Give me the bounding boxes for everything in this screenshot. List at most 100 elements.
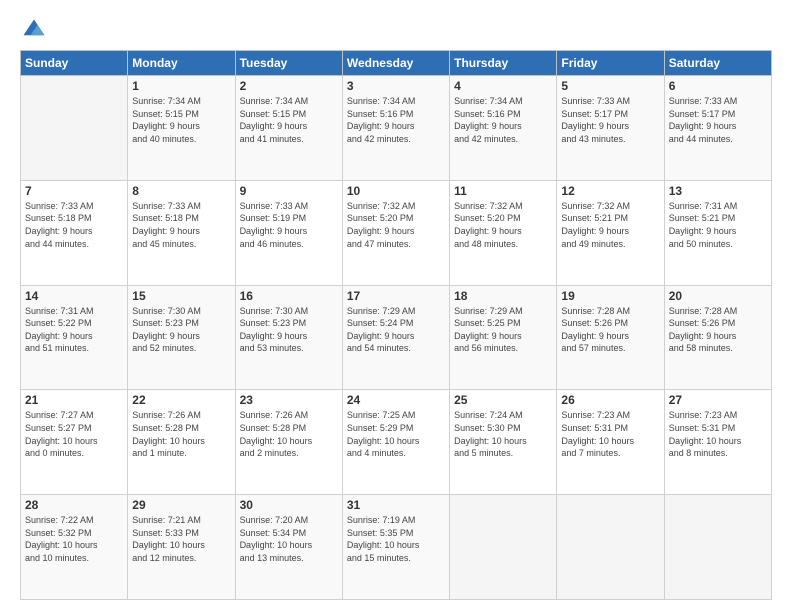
week-row-5: 28Sunrise: 7:22 AMSunset: 5:32 PMDayligh…	[21, 495, 772, 600]
day-cell: 12 Sunrise: 7:32 AMSunset: 5:21 PMDayligh…	[557, 180, 664, 285]
logo-icon	[20, 16, 48, 44]
day-info: Sunrise: 7:27 AMSunset: 5:27 PMDaylight:…	[25, 409, 123, 459]
day-number: 24	[347, 393, 445, 407]
day-number: 30	[240, 498, 338, 512]
day-info: Sunrise: 7:33 AMSunset: 5:18 PMDaylight:…	[132, 200, 230, 250]
day-cell: 23 Sunrise: 7:26 AMSunset: 5:28 PMDayligh…	[235, 390, 342, 495]
day-number: 19	[561, 289, 659, 303]
day-info: Sunrise: 7:24 AMSunset: 5:30 PMDaylight:…	[454, 409, 552, 459]
day-number: 20	[669, 289, 767, 303]
day-number: 23	[240, 393, 338, 407]
day-cell: 16Sunrise: 7:30 AMSunset: 5:23 PMDayligh…	[235, 285, 342, 390]
day-info: Sunrise: 7:32 AMSunset: 5:20 PMDaylight:…	[454, 200, 552, 250]
day-cell: 19 Sunrise: 7:28 AMSunset: 5:26 PMDayligh…	[557, 285, 664, 390]
day-number: 15	[132, 289, 230, 303]
day-cell: 18 Sunrise: 7:29 AMSunset: 5:25 PMDayligh…	[450, 285, 557, 390]
day-cell: 29Sunrise: 7:21 AMSunset: 5:33 PMDayligh…	[128, 495, 235, 600]
day-number: 4	[454, 79, 552, 93]
day-cell: 17 Sunrise: 7:29 AMSunset: 5:24 PMDayligh…	[342, 285, 449, 390]
day-number: 22	[132, 393, 230, 407]
day-info: Sunrise: 7:20 AMSunset: 5:34 PMDaylight:…	[240, 514, 338, 564]
day-number: 12	[561, 184, 659, 198]
week-row-1: 1 Sunrise: 7:34 AMSunset: 5:15 PMDaylight…	[21, 76, 772, 181]
day-cell: 25 Sunrise: 7:24 AMSunset: 5:30 PMDayligh…	[450, 390, 557, 495]
header	[20, 16, 772, 44]
day-cell: 1 Sunrise: 7:34 AMSunset: 5:15 PMDaylight…	[128, 76, 235, 181]
calendar-header: SundayMondayTuesdayWednesdayThursdayFrid…	[21, 51, 772, 76]
day-info: Sunrise: 7:31 AMSunset: 5:21 PMDaylight:…	[669, 200, 767, 250]
day-cell: 31 Sunrise: 7:19 AMSunset: 5:35 PMDayligh…	[342, 495, 449, 600]
day-info: Sunrise: 7:30 AMSunset: 5:23 PMDaylight:…	[240, 305, 338, 355]
day-number: 17	[347, 289, 445, 303]
day-info: Sunrise: 7:33 AMSunset: 5:17 PMDaylight:…	[561, 95, 659, 145]
header-row: SundayMondayTuesdayWednesdayThursdayFrid…	[21, 51, 772, 76]
day-info: Sunrise: 7:26 AMSunset: 5:28 PMDaylight:…	[240, 409, 338, 459]
day-info: Sunrise: 7:30 AMSunset: 5:23 PMDaylight:…	[132, 305, 230, 355]
day-cell: 28Sunrise: 7:22 AMSunset: 5:32 PMDayligh…	[21, 495, 128, 600]
week-row-3: 14Sunrise: 7:31 AMSunset: 5:22 PMDayligh…	[21, 285, 772, 390]
day-cell	[664, 495, 771, 600]
day-info: Sunrise: 7:26 AMSunset: 5:28 PMDaylight:…	[132, 409, 230, 459]
day-info: Sunrise: 7:25 AMSunset: 5:29 PMDaylight:…	[347, 409, 445, 459]
day-cell: 7 Sunrise: 7:33 AMSunset: 5:18 PMDaylight…	[21, 180, 128, 285]
day-cell: 22 Sunrise: 7:26 AMSunset: 5:28 PMDayligh…	[128, 390, 235, 495]
day-info: Sunrise: 7:28 AMSunset: 5:26 PMDaylight:…	[669, 305, 767, 355]
day-number: 28	[25, 498, 123, 512]
logo	[20, 16, 52, 44]
day-number: 21	[25, 393, 123, 407]
day-cell: 20 Sunrise: 7:28 AMSunset: 5:26 PMDayligh…	[664, 285, 771, 390]
day-number: 1	[132, 79, 230, 93]
day-info: Sunrise: 7:29 AMSunset: 5:25 PMDaylight:…	[454, 305, 552, 355]
day-cell: 4 Sunrise: 7:34 AMSunset: 5:16 PMDaylight…	[450, 76, 557, 181]
week-row-2: 7 Sunrise: 7:33 AMSunset: 5:18 PMDaylight…	[21, 180, 772, 285]
day-info: Sunrise: 7:29 AMSunset: 5:24 PMDaylight:…	[347, 305, 445, 355]
day-header-saturday: Saturday	[664, 51, 771, 76]
day-number: 25	[454, 393, 552, 407]
day-number: 2	[240, 79, 338, 93]
day-cell: 8 Sunrise: 7:33 AMSunset: 5:18 PMDaylight…	[128, 180, 235, 285]
day-info: Sunrise: 7:19 AMSunset: 5:35 PMDaylight:…	[347, 514, 445, 564]
day-cell: 10 Sunrise: 7:32 AMSunset: 5:20 PMDayligh…	[342, 180, 449, 285]
calendar-table: SundayMondayTuesdayWednesdayThursdayFrid…	[20, 50, 772, 600]
day-cell	[21, 76, 128, 181]
day-info: Sunrise: 7:34 AMSunset: 5:15 PMDaylight:…	[132, 95, 230, 145]
day-cell: 14Sunrise: 7:31 AMSunset: 5:22 PMDayligh…	[21, 285, 128, 390]
day-info: Sunrise: 7:34 AMSunset: 5:16 PMDaylight:…	[347, 95, 445, 145]
day-cell: 2 Sunrise: 7:34 AMSunset: 5:15 PMDaylight…	[235, 76, 342, 181]
day-number: 6	[669, 79, 767, 93]
day-cell: 15 Sunrise: 7:30 AMSunset: 5:23 PMDayligh…	[128, 285, 235, 390]
day-number: 10	[347, 184, 445, 198]
day-cell: 11 Sunrise: 7:32 AMSunset: 5:20 PMDayligh…	[450, 180, 557, 285]
day-number: 8	[132, 184, 230, 198]
day-info: Sunrise: 7:33 AMSunset: 5:18 PMDaylight:…	[25, 200, 123, 250]
day-number: 31	[347, 498, 445, 512]
day-cell: 3 Sunrise: 7:34 AMSunset: 5:16 PMDaylight…	[342, 76, 449, 181]
day-info: Sunrise: 7:34 AMSunset: 5:15 PMDaylight:…	[240, 95, 338, 145]
day-number: 18	[454, 289, 552, 303]
day-cell: 27Sunrise: 7:23 AMSunset: 5:31 PMDayligh…	[664, 390, 771, 495]
day-info: Sunrise: 7:32 AMSunset: 5:21 PMDaylight:…	[561, 200, 659, 250]
day-header-sunday: Sunday	[21, 51, 128, 76]
day-info: Sunrise: 7:31 AMSunset: 5:22 PMDaylight:…	[25, 305, 123, 355]
day-info: Sunrise: 7:23 AMSunset: 5:31 PMDaylight:…	[669, 409, 767, 459]
day-cell: 26Sunrise: 7:23 AMSunset: 5:31 PMDayligh…	[557, 390, 664, 495]
day-info: Sunrise: 7:28 AMSunset: 5:26 PMDaylight:…	[561, 305, 659, 355]
day-number: 9	[240, 184, 338, 198]
day-header-monday: Monday	[128, 51, 235, 76]
day-header-thursday: Thursday	[450, 51, 557, 76]
day-cell	[557, 495, 664, 600]
day-number: 11	[454, 184, 552, 198]
day-number: 7	[25, 184, 123, 198]
page: SundayMondayTuesdayWednesdayThursdayFrid…	[0, 0, 792, 612]
day-header-tuesday: Tuesday	[235, 51, 342, 76]
day-info: Sunrise: 7:34 AMSunset: 5:16 PMDaylight:…	[454, 95, 552, 145]
day-cell: 30 Sunrise: 7:20 AMSunset: 5:34 PMDayligh…	[235, 495, 342, 600]
day-info: Sunrise: 7:32 AMSunset: 5:20 PMDaylight:…	[347, 200, 445, 250]
day-number: 3	[347, 79, 445, 93]
day-number: 5	[561, 79, 659, 93]
day-number: 29	[132, 498, 230, 512]
day-cell: 21 Sunrise: 7:27 AMSunset: 5:27 PMDayligh…	[21, 390, 128, 495]
day-cell	[450, 495, 557, 600]
day-cell: 24 Sunrise: 7:25 AMSunset: 5:29 PMDayligh…	[342, 390, 449, 495]
day-info: Sunrise: 7:33 AMSunset: 5:19 PMDaylight:…	[240, 200, 338, 250]
